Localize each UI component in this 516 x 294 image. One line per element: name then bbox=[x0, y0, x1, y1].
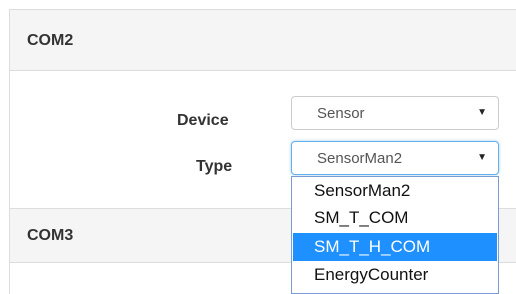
type-dropdown-list[interactable]: SensorMan2 SM_T_COM SM_T_H_COM EnergyCou… bbox=[291, 176, 499, 294]
chevron-down-icon: ▼ bbox=[477, 152, 487, 163]
type-select-value: SensorMan2 bbox=[317, 150, 403, 167]
dropdown-option-energycounter[interactable]: EnergyCounter bbox=[293, 261, 497, 289]
com2-title: COM2 bbox=[27, 32, 74, 49]
type-label: Type bbox=[196, 158, 233, 175]
chevron-down-icon: ▼ bbox=[477, 107, 487, 118]
dropdown-option-sm-t-com[interactable]: SM_T_COM bbox=[293, 204, 497, 232]
settings-panel: COM2 Device Sensor ▼ Type SensorMan2 ▼ C… bbox=[9, 9, 516, 294]
dropdown-option-sensorman2[interactable]: SensorMan2 bbox=[293, 177, 497, 205]
type-select[interactable]: SensorMan2 ▼ bbox=[291, 141, 499, 175]
device-select[interactable]: Sensor ▼ bbox=[291, 96, 499, 130]
com2-section-header: COM2 bbox=[10, 10, 516, 71]
dropdown-option-sm-t-h-com[interactable]: SM_T_H_COM bbox=[293, 233, 497, 261]
device-label: Device bbox=[177, 112, 229, 129]
com3-title: COM3 bbox=[27, 227, 74, 244]
device-select-value: Sensor bbox=[317, 105, 365, 122]
